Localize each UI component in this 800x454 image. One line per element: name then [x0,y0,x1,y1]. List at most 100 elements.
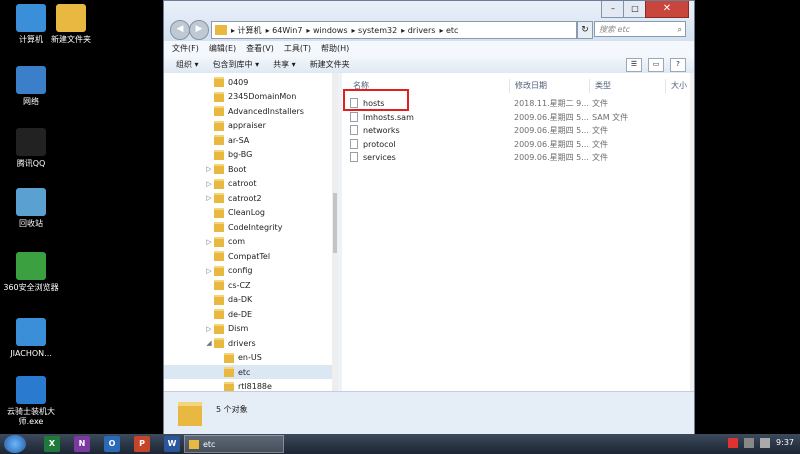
file-date: 2009.06.星期四 5... [514,153,589,162]
tree-item[interactable]: ▷ Dism [164,322,332,336]
expand-arrow-icon[interactable]: ▷ [204,165,214,173]
menu-item[interactable]: 查看(V) [246,43,274,54]
tree-item[interactable]: da-DK [164,293,332,307]
toolbar-button[interactable]: 包含到库中 ▾ [213,59,260,70]
tree-item[interactable]: ▷ Boot [164,162,332,176]
column-header[interactable]: 类型 [592,79,666,93]
column-header[interactable]: 修改日期 [512,79,590,93]
desktop-icon[interactable]: 360安全浏览器 [2,252,60,293]
start-button[interactable] [4,435,26,453]
scrollbar-thumb[interactable] [333,193,337,253]
tree-item[interactable]: bg-BG [164,148,332,162]
tree-item-label: drivers [228,338,256,348]
tree-item[interactable]: CodeIntegrity [164,220,332,234]
breadcrumb-item[interactable]: ▸ etc [439,26,458,35]
onenote-icon[interactable]: N [74,436,90,452]
tree-item[interactable]: cs-CZ [164,278,332,292]
folder-icon [214,91,224,102]
close-button[interactable]: ✕ [645,1,689,18]
breadcrumb-item[interactable]: ▸ 64Win7 [266,26,303,35]
desktop-icon[interactable]: 新建文件夹 [42,4,100,45]
search-input[interactable]: 搜索 etc ⌕ [594,21,686,37]
file-row[interactable]: lmhosts.sam 2009.06.星期四 5... SAM 文件 [342,111,642,124]
menu-item[interactable]: 工具(T) [284,43,311,54]
expand-arrow-icon[interactable]: ◢ [204,339,214,347]
word-icon[interactable]: W [164,436,180,452]
tree-item[interactable]: AdvancedInstallers [164,104,332,118]
folder-icon [214,338,224,348]
file-row[interactable]: protocol 2009.06.星期四 5... 文件 [342,138,642,151]
file-list-scrollbar[interactable] [690,73,694,391]
tree-item-label: ar-SA [228,135,250,145]
help-icon[interactable]: ? [670,58,686,72]
file-row[interactable]: services 2009.06.星期四 5... 文件 [342,151,642,164]
excel-icon[interactable]: X [44,436,60,452]
file-type: 文件 [592,126,608,135]
breadcrumb[interactable]: ▸ 计算机 ▸ 64Win7 ▸ windows ▸ system32 ▸ driver… [231,25,462,36]
network-icon[interactable] [744,438,754,448]
tree-item[interactable]: ▷ catroot [164,177,332,191]
toolbar-button[interactable]: 组织 ▾ [176,59,199,70]
tree-item-label: Dism [228,324,249,333]
tree-item[interactable]: CleanLog [164,206,332,220]
tree-item[interactable]: appraiser [164,119,332,133]
toolbar-button[interactable]: 新建文件夹 [310,59,350,70]
breadcrumb-item[interactable]: ▸ windows [306,26,347,35]
folder-icon [214,207,224,218]
tree-item[interactable]: CompatTel [164,249,332,263]
minimize-button[interactable]: – [601,1,625,18]
expand-arrow-icon[interactable]: ▷ [204,194,214,202]
tree-item-label: appraiser [228,121,266,130]
back-button[interactable]: ◀ [170,20,190,40]
menu-item[interactable]: 编辑(E) [209,43,236,54]
column-header[interactable]: 大小 [668,79,690,93]
tree-item[interactable]: ◢ drivers [164,336,332,350]
network-icon [16,66,46,94]
tree-item[interactable]: ▷ com [164,235,332,249]
view-options-icon[interactable]: ☰ [626,58,642,72]
tree-item[interactable]: rtl8188e [164,380,332,391]
desktop-icon[interactable]: JIACHON... [2,318,60,359]
tree-item[interactable]: 2345DomainMon [164,90,332,104]
expand-arrow-icon[interactable]: ▷ [204,267,214,275]
tree-item[interactable]: etc [164,365,332,379]
menu-item[interactable]: 帮助(H) [321,43,349,54]
volume-icon[interactable] [760,438,770,448]
toolbar-button[interactable]: 共享 ▾ [273,59,296,70]
clock[interactable]: 9:37 [776,438,794,447]
desktop-icon[interactable]: 腾讯QQ [2,128,60,169]
maximize-button[interactable]: □ [623,1,647,18]
breadcrumb-item[interactable]: ▸ 计算机 [231,26,262,35]
tree-item-label: cs-CZ [228,280,251,290]
folder-icon [214,164,224,174]
powerpoint-icon[interactable]: P [134,436,150,452]
refresh-button[interactable]: ↻ [577,21,593,39]
forward-button[interactable]: ▶ [189,20,209,40]
preview-pane-icon[interactable]: ▭ [648,58,664,72]
tree-item[interactable]: 0409 [164,75,332,89]
outlook-icon[interactable]: O [104,436,120,452]
file-row[interactable]: networks 2009.06.星期四 5... 文件 [342,124,642,137]
toolbar: 组织 ▾ 包含到库中 ▾ 共享 ▾ 新建文件夹 ☰ ▭ ? [164,55,694,74]
address-bar[interactable]: ▸ 计算机 ▸ 64Win7 ▸ windows ▸ system32 ▸ driver… [211,21,577,39]
folder-icon [214,323,224,334]
tree-item-label: CodeIntegrity [228,222,283,232]
tree-item[interactable]: ar-SA [164,133,332,147]
tray-app-icon[interactable] [728,438,738,448]
menu-item[interactable]: 文件(F) [172,43,199,54]
file-icon [350,111,358,122]
desktop-icon-label: 新建文件夹 [51,35,91,44]
desktop-icon[interactable]: 云骑士装机大师.exe [2,376,60,427]
tree-item[interactable]: ▷ catroot2 [164,191,332,205]
desktop-icon[interactable]: 网络 [2,66,60,107]
tree-item[interactable]: ▷ config [164,264,332,278]
breadcrumb-item[interactable]: ▸ system32 [352,26,398,35]
expand-arrow-icon[interactable]: ▷ [204,325,214,333]
expand-arrow-icon[interactable]: ▷ [204,238,214,246]
breadcrumb-item[interactable]: ▸ drivers [401,26,435,35]
taskbar-item-etc[interactable]: etc [184,435,284,453]
expand-arrow-icon[interactable]: ▷ [204,180,214,188]
desktop-icon[interactable]: 回收站 [2,188,60,229]
tree-item[interactable]: de-DE [164,307,332,321]
tree-item[interactable]: en-US [164,351,332,365]
